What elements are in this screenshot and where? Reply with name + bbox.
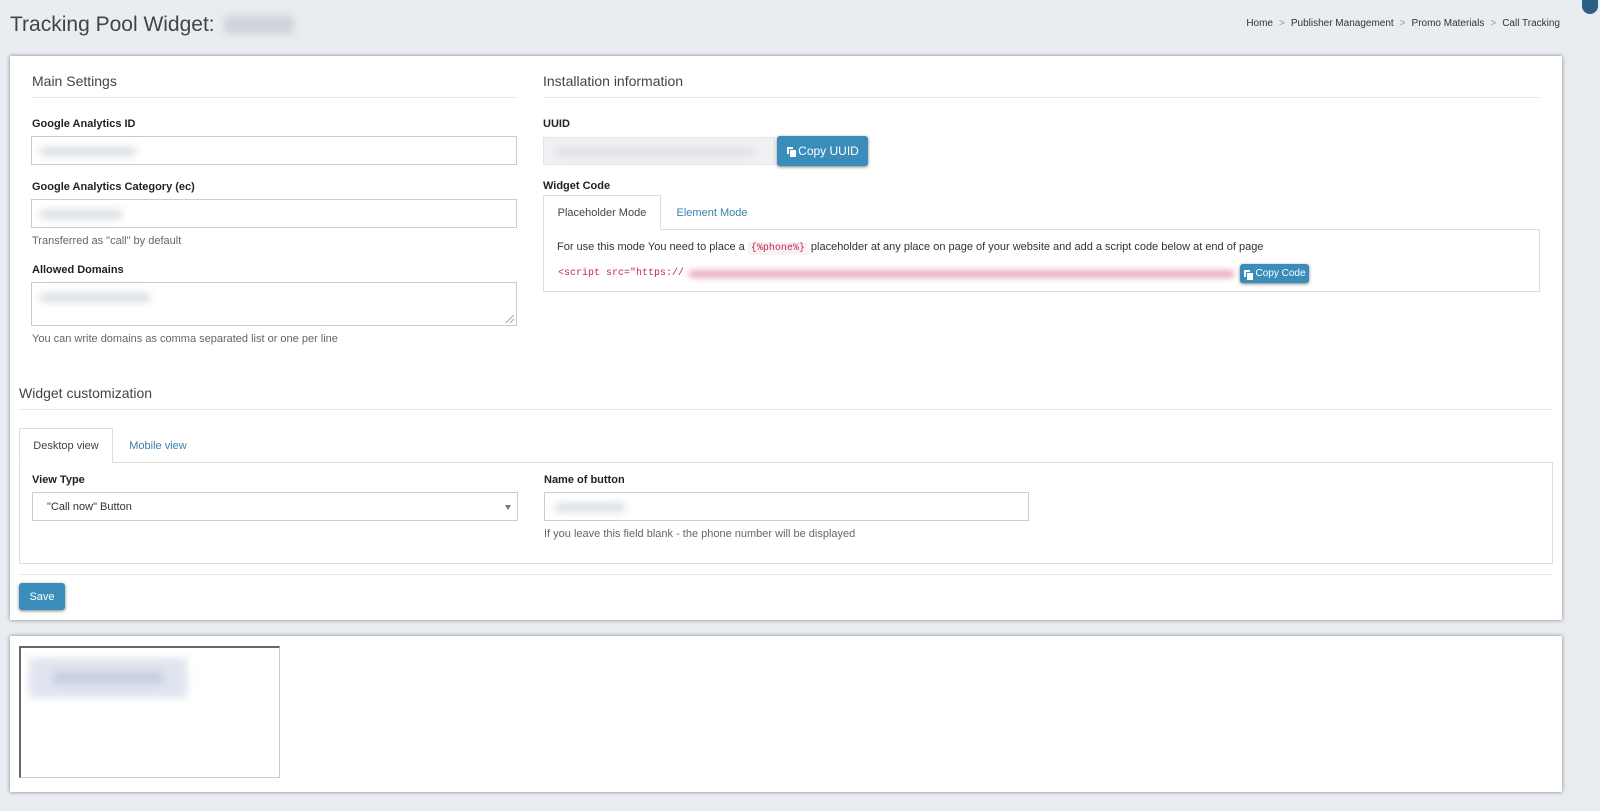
redacted-value <box>40 293 150 302</box>
footer-divider <box>19 574 1552 575</box>
allowed-domains-label: Allowed Domains <box>32 264 124 276</box>
widget-preview-panel <box>10 636 1562 792</box>
corner-badge-icon <box>1582 0 1598 14</box>
view-type-select[interactable]: "Call now" Button <box>32 492 518 521</box>
redacted-value <box>40 210 122 219</box>
page-header: Tracking Pool Widget: Home > Publisher M… <box>0 0 1600 54</box>
breadcrumb-home[interactable]: Home <box>1246 18 1273 29</box>
uuid-input[interactable] <box>543 137 775 165</box>
breadcrumb-promo-materials[interactable]: Promo Materials <box>1412 18 1485 29</box>
tab-placeholder-mode[interactable]: Placeholder Mode <box>543 195 661 230</box>
main-settings-divider <box>32 97 517 98</box>
allowed-domains-textarea[interactable] <box>31 282 517 326</box>
tab-desktop-view[interactable]: Desktop view <box>19 428 113 463</box>
main-settings-title: Main Settings <box>32 73 117 89</box>
ga-category-help: Transferred as "call" by default <box>32 235 182 247</box>
copy-uuid-button[interactable]: Copy UUID <box>777 136 868 166</box>
breadcrumb: Home > Publisher Management > Promo Mate… <box>1246 18 1560 29</box>
installation-title: Installation information <box>543 73 684 89</box>
redacted-preview-text <box>53 672 163 684</box>
page-title: Tracking Pool Widget: <box>10 13 295 37</box>
breadcrumb-separator: > <box>1279 18 1285 29</box>
desktop-view-panel: View Type "Call now" Button Name of butt… <box>19 462 1553 564</box>
ga-id-label: Google Analytics ID <box>32 118 136 130</box>
breadcrumb-separator: > <box>1399 18 1406 29</box>
copy-icon <box>1243 268 1255 281</box>
copy-code-button[interactable]: Copy Code <box>1240 264 1309 283</box>
breadcrumb-call-tracking[interactable]: Call Tracking <box>1502 18 1560 29</box>
redacted-script-url <box>689 270 1234 278</box>
copy-code-label: Copy Code <box>1255 268 1306 279</box>
save-button[interactable]: Save <box>19 583 65 610</box>
phone-placeholder-code: {%phone%} <box>747 242 808 255</box>
redacted-value <box>40 147 136 156</box>
widget-customization-title: Widget customization <box>19 385 153 401</box>
page-title-text: Tracking Pool Widget: <box>10 13 215 36</box>
button-name-help: If you leave this field blank - the phon… <box>544 528 856 540</box>
instruction-text-end: placeholder at any place on page of your… <box>810 241 1264 253</box>
copy-icon <box>786 146 798 158</box>
breadcrumb-publisher-management[interactable]: Publisher Management <box>1291 18 1394 29</box>
ga-category-label: Google Analytics Category (ec) <box>32 181 195 193</box>
view-type-selected: "Call now" Button <box>47 501 132 513</box>
installation-divider <box>543 97 1540 98</box>
customization-divider <box>19 409 1552 410</box>
copy-uuid-label: Copy UUID <box>798 144 859 158</box>
ga-id-input[interactable] <box>31 136 517 165</box>
redacted-value <box>554 148 754 156</box>
breadcrumb-separator: > <box>1490 18 1497 29</box>
button-name-input[interactable] <box>544 492 1029 521</box>
uuid-label: UUID <box>543 118 570 130</box>
tab-element-mode[interactable]: Element Mode <box>665 195 759 230</box>
redacted-value <box>555 503 625 512</box>
chevron-down-icon <box>505 505 511 510</box>
script-code-prefix: <script src="https:// <box>558 268 685 279</box>
resize-grip-icon[interactable] <box>506 315 514 323</box>
placeholder-mode-panel: For use this mode You need to place a {%… <box>543 229 1540 292</box>
widget-preview-frame <box>19 646 280 778</box>
placeholder-instruction: For use this mode You need to place a {%… <box>557 241 1264 255</box>
allowed-domains-help: You can write domains as comma separated… <box>32 333 338 345</box>
tab-mobile-view[interactable]: Mobile view <box>117 428 199 463</box>
ga-category-input[interactable] <box>31 199 517 228</box>
instruction-text-start: For use this mode You need to place a <box>557 241 745 253</box>
widget-code-label: Widget Code <box>543 180 611 192</box>
view-type-label: View Type <box>32 474 85 486</box>
widget-settings-panel: Main Settings Google Analytics ID Google… <box>10 56 1562 620</box>
button-name-label: Name of button <box>544 474 625 486</box>
redacted-widget-name <box>224 16 295 35</box>
